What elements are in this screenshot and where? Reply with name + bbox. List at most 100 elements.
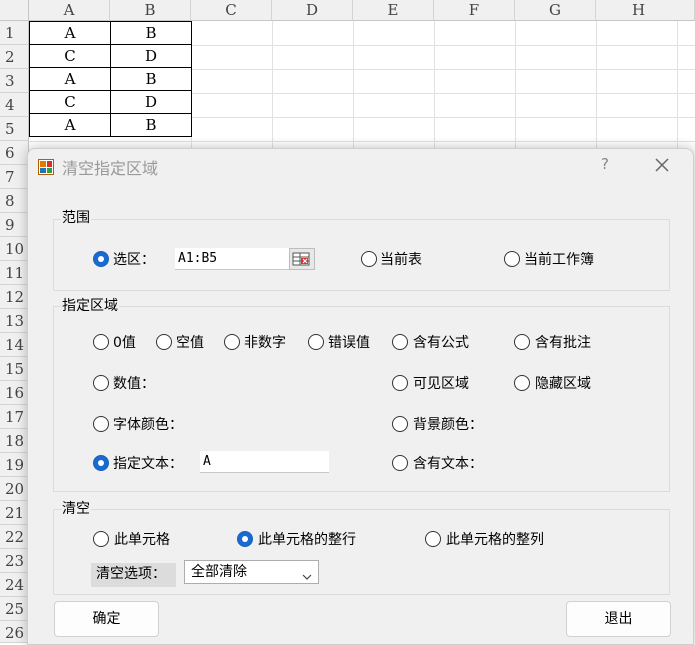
row-header-5[interactable]: 5 [0, 117, 29, 141]
row-header-6[interactable]: 6 [0, 141, 29, 165]
row-header-11[interactable]: 11 [0, 261, 29, 285]
row-header-3[interactable]: 3 [0, 69, 29, 93]
cell-b1[interactable]: B [110, 21, 192, 45]
current-sheet-label: 当前表 [380, 252, 422, 268]
this-cell-label: 此单元格 [114, 532, 170, 548]
this-cell-radio[interactable] [93, 531, 109, 547]
row-header-24[interactable]: 24 [0, 573, 29, 597]
entire-row-radio[interactable] [237, 531, 253, 547]
row-header-19[interactable]: 19 [0, 453, 29, 477]
column-header-b[interactable]: B [110, 0, 191, 21]
column-header-h[interactable]: H [596, 0, 695, 21]
cell-b5[interactable]: B [110, 113, 192, 137]
row-header-18[interactable]: 18 [0, 429, 29, 453]
row-header-22[interactable]: 22 [0, 525, 29, 549]
zero-value-radio[interactable] [93, 334, 109, 350]
row-header-8[interactable]: 8 [0, 189, 29, 213]
zero-value-label: 0值 [113, 335, 136, 351]
column-header-e[interactable]: E [353, 0, 434, 21]
column-header-d[interactable]: D [272, 0, 353, 21]
non-numeric-radio[interactable] [224, 334, 240, 350]
help-button[interactable]: ? [595, 155, 615, 177]
row-header-20[interactable]: 20 [0, 477, 29, 501]
row-header-1[interactable]: 1 [0, 21, 29, 45]
row-header-9[interactable]: 9 [0, 213, 29, 237]
row-header-21[interactable]: 21 [0, 501, 29, 525]
row-header-7[interactable]: 7 [0, 165, 29, 189]
row-header-16[interactable]: 16 [0, 381, 29, 405]
row-header-13[interactable]: 13 [0, 309, 29, 333]
clear-options-select[interactable]: 全部清除 [184, 560, 319, 584]
numeric-radio[interactable] [93, 375, 109, 391]
column-header-c[interactable]: C [191, 0, 272, 21]
grid-line [29, 141, 695, 142]
selection-radio[interactable] [93, 251, 109, 267]
has-formula-radio[interactable] [392, 334, 408, 350]
row-header-12[interactable]: 12 [0, 285, 29, 309]
clear-area-dialog: 清空指定区域 ? 范围 选区： A1:B5 当前表 当前工作簿 指定区域 0值 … [27, 148, 694, 645]
dialog-titlebar[interactable]: 清空指定区域 ? [28, 149, 693, 183]
has-comment-radio[interactable] [514, 334, 530, 350]
non-numeric-label: 非数字 [244, 335, 286, 351]
specified-text-radio[interactable] [93, 455, 109, 471]
error-value-radio[interactable] [308, 334, 324, 350]
background-color-radio[interactable] [392, 416, 408, 432]
specified-text-input[interactable]: A [200, 451, 329, 473]
current-sheet-radio[interactable] [361, 251, 377, 267]
cell-b2[interactable]: D [110, 44, 192, 68]
row-header-26[interactable]: 26 [0, 621, 29, 643]
column-header-g[interactable]: G [515, 0, 596, 21]
cell-a5[interactable]: A [29, 113, 111, 137]
exit-button[interactable]: 退出 [566, 601, 671, 637]
entire-column-label: 此单元格的整列 [446, 532, 544, 548]
has-formula-label: 含有公式 [413, 335, 469, 351]
row-header-4[interactable]: 4 [0, 93, 29, 117]
row-header-15[interactable]: 15 [0, 357, 29, 381]
current-workbook-radio[interactable] [504, 251, 520, 267]
column-header-a[interactable]: A [29, 0, 110, 21]
empty-value-label: 空值 [176, 335, 204, 351]
chevron-down-icon [302, 567, 312, 580]
clear-options-value: 全部清除 [191, 564, 247, 580]
selection-range-input[interactable]: A1:B5 [175, 248, 290, 270]
empty-value-radio[interactable] [156, 334, 172, 350]
cell-b3[interactable]: B [110, 67, 192, 91]
hidden-area-label: 隐藏区域 [535, 376, 591, 392]
range-picker-icon [292, 252, 310, 266]
close-icon[interactable] [650, 153, 674, 177]
entire-column-radio[interactable] [425, 531, 441, 547]
error-value-label: 错误值 [328, 335, 370, 351]
select-all-corner[interactable] [0, 0, 29, 21]
numeric-label: 数值： [113, 376, 155, 392]
cell-a2[interactable]: C [29, 44, 111, 68]
font-color-radio[interactable] [93, 416, 109, 432]
selection-label: 选区： [113, 252, 155, 268]
area-group-label: 指定区域 [61, 295, 119, 315]
visible-area-radio[interactable] [392, 375, 408, 391]
cell-a1[interactable]: A [29, 21, 111, 45]
range-picker-button[interactable] [289, 248, 315, 270]
row-header-17[interactable]: 17 [0, 405, 29, 429]
specified-text-label: 指定文本： [113, 456, 183, 472]
ok-button[interactable]: 确定 [54, 601, 159, 637]
font-color-label: 字体颜色： [113, 417, 183, 433]
cell-a4[interactable]: C [29, 90, 111, 114]
column-header-f[interactable]: F [434, 0, 515, 21]
visible-area-label: 可见区域 [413, 376, 469, 392]
clear-group-label: 清空 [61, 498, 91, 518]
row-header-23[interactable]: 23 [0, 549, 29, 573]
entire-row-label: 此单元格的整行 [258, 532, 356, 548]
row-header-10[interactable]: 10 [0, 237, 29, 261]
range-group-label: 范围 [61, 207, 91, 227]
clear-options-label: 清空选项： [91, 563, 176, 587]
row-header-2[interactable]: 2 [0, 45, 29, 69]
hidden-area-radio[interactable] [514, 375, 530, 391]
row-header-25[interactable]: 25 [0, 597, 29, 621]
cell-a3[interactable]: A [29, 67, 111, 91]
row-header-14[interactable]: 14 [0, 333, 29, 357]
cell-b4[interactable]: D [110, 90, 192, 114]
dialog-title: 清空指定区域 [62, 159, 159, 178]
contains-text-radio[interactable] [392, 455, 408, 471]
app-icon [38, 159, 54, 175]
background-color-label: 背景颜色： [413, 417, 483, 433]
